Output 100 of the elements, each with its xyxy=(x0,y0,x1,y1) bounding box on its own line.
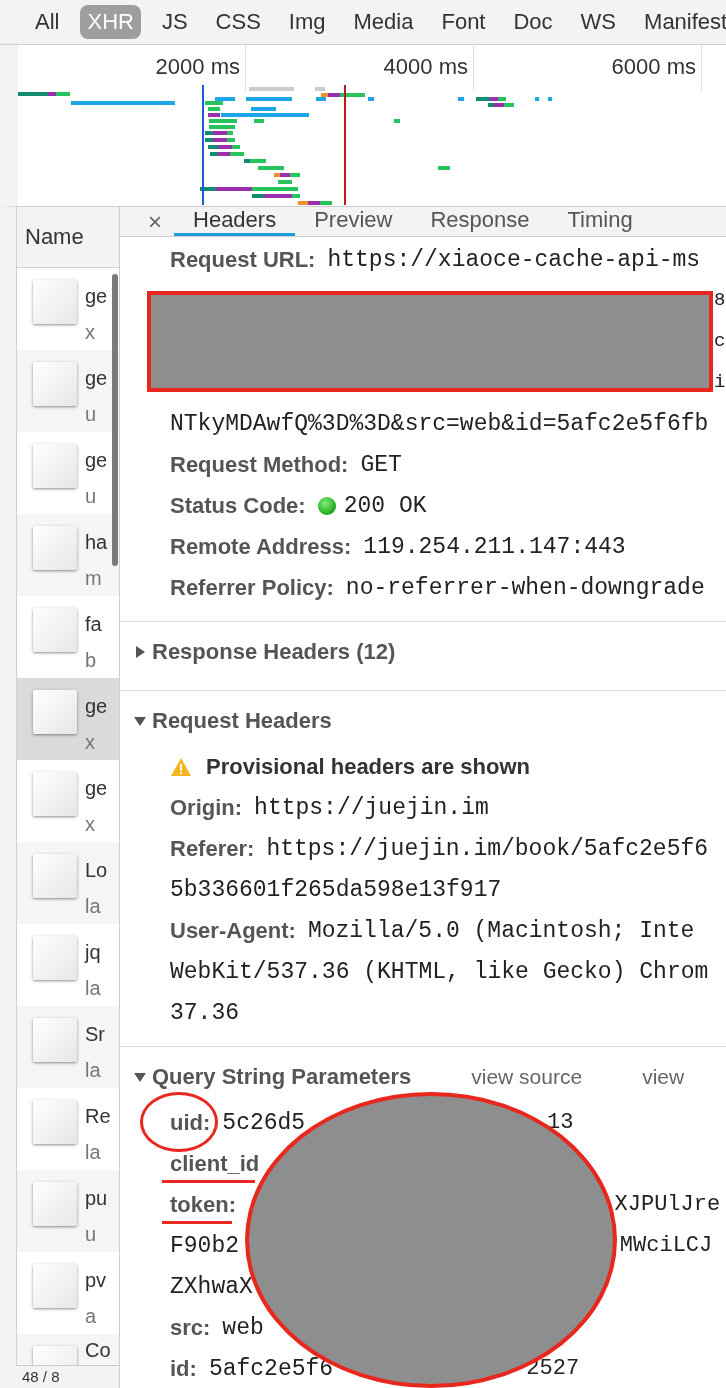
section-title[interactable]: Response Headers (12) xyxy=(152,638,396,665)
tab[interactable]: Timing xyxy=(548,207,652,236)
header-value: ZXhwaX xyxy=(170,1273,253,1300)
request-row[interactable]: ge x xyxy=(17,678,119,760)
tab[interactable]: Headers xyxy=(174,207,296,236)
request-detail: u xyxy=(85,484,98,509)
header-value: web xyxy=(222,1314,264,1341)
file-icon xyxy=(33,1100,77,1144)
request-detail: la xyxy=(85,1140,102,1165)
request-name: fa xyxy=(85,612,102,637)
header-name: Referer: xyxy=(170,835,255,862)
request-detail: a xyxy=(85,1304,98,1329)
filter-tab[interactable]: JS xyxy=(154,5,195,39)
header-name: Remote Address: xyxy=(170,533,352,560)
header-name: Request Method: xyxy=(170,451,349,478)
header-name: Referrer Policy: xyxy=(170,574,334,601)
section-title[interactable]: Request Headers xyxy=(152,707,332,734)
request-row[interactable]: jq la xyxy=(17,924,119,1006)
warning-icon xyxy=(170,756,192,777)
header-value: 200 OK xyxy=(343,492,427,519)
view-link[interactable]: view source xyxy=(471,1064,583,1089)
header-name: User-Agent: xyxy=(170,917,296,944)
filter-tab[interactable]: Doc xyxy=(506,5,560,39)
request-row[interactable]: ge x xyxy=(17,268,119,350)
request-detail: u xyxy=(85,1222,98,1247)
scrollbar[interactable] xyxy=(112,274,118,566)
filter-tab[interactable]: Img xyxy=(281,5,333,39)
header-value: no-referrer-when-downgrade xyxy=(345,574,705,601)
header-value: https://xiaoce-cache-api-ms xyxy=(327,246,701,273)
file-icon xyxy=(33,362,77,406)
url-fragment: i xyxy=(714,370,726,395)
request-name: pu xyxy=(85,1186,108,1211)
request-name: ge xyxy=(85,284,108,309)
request-detail: la xyxy=(85,894,102,919)
header-value: 37.36 xyxy=(170,999,239,1026)
file-icon xyxy=(33,690,77,734)
request-name: ge xyxy=(85,776,108,801)
disclosure-triangle-icon[interactable] xyxy=(134,714,146,727)
header-value: 119.254.211.147:443 xyxy=(363,533,626,560)
file-icon xyxy=(33,1264,77,1308)
file-icon xyxy=(33,1018,77,1062)
filter-tab[interactable]: Media xyxy=(346,5,421,39)
request-detail: la xyxy=(85,976,101,1001)
section-title[interactable]: Query String Parameters xyxy=(152,1063,412,1090)
request-name: Re xyxy=(85,1104,111,1129)
request-row[interactable]: Re la xyxy=(17,1088,119,1170)
file-icon xyxy=(33,444,77,488)
file-icon xyxy=(33,854,77,898)
filter-tab[interactable]: CSS xyxy=(208,5,268,39)
column-header[interactable]: Name xyxy=(16,207,119,268)
tick-label: 6000 ms xyxy=(474,45,702,91)
request-detail: la xyxy=(85,1058,102,1083)
header-name: Origin: xyxy=(170,794,243,821)
status-dot-icon xyxy=(317,496,336,515)
header-value: XJPUlJre xyxy=(614,1192,721,1217)
header-value: F90b2 xyxy=(170,1232,239,1259)
request-name: Co xyxy=(85,1338,111,1363)
header-name: uid: xyxy=(170,1109,211,1136)
close-button[interactable]: × xyxy=(136,207,174,236)
file-icon xyxy=(33,280,77,324)
tab[interactable]: Response xyxy=(411,207,549,236)
file-icon xyxy=(33,936,77,980)
header-value: 13 xyxy=(547,1110,574,1135)
header-value: GET xyxy=(360,451,402,478)
request-row[interactable]: fa b xyxy=(17,596,119,678)
request-row[interactable]: ge x xyxy=(17,760,119,842)
file-icon xyxy=(33,526,77,570)
request-row[interactable]: pv a xyxy=(17,1252,119,1334)
request-name: Lo xyxy=(85,858,108,883)
request-name: Sr xyxy=(85,1022,105,1047)
header-name: Request URL: xyxy=(170,246,316,273)
request-detail: x xyxy=(85,730,96,755)
header-name: src: xyxy=(170,1314,211,1341)
request-name: ge xyxy=(85,694,108,719)
tab[interactable]: Preview xyxy=(295,207,412,236)
header-name: client_id xyxy=(170,1150,260,1177)
filter-tab[interactable]: WS xyxy=(573,5,624,39)
header-value: Mozilla/5.0 (Macintosh; Inte xyxy=(307,917,695,944)
header-value: 5b336601f265da598e13f917 xyxy=(170,876,502,903)
url-fragment: c xyxy=(714,329,726,354)
request-name: jq xyxy=(85,940,101,965)
request-name: ha xyxy=(85,530,108,555)
file-icon xyxy=(33,608,77,652)
request-detail: u xyxy=(85,402,98,427)
header-value: WebKit/537.36 (KHTML, like Gecko) Chrom xyxy=(170,958,709,985)
request-name: ge xyxy=(85,366,108,391)
file-icon xyxy=(33,1182,77,1226)
header-name: token: xyxy=(170,1191,236,1218)
header-value: https://juejin.im xyxy=(254,794,489,821)
header-value: MWciLCJ xyxy=(619,1233,713,1258)
warning-text: Provisional headers are shown xyxy=(206,753,530,780)
view-link[interactable]: view xyxy=(642,1064,685,1089)
request-row[interactable]: ge u xyxy=(17,432,119,514)
header-name: id: xyxy=(170,1355,197,1382)
disclosure-triangle-icon[interactable] xyxy=(134,645,146,658)
disclosure-triangle-icon[interactable] xyxy=(134,1070,146,1083)
filter-tab[interactable]: Font xyxy=(434,5,493,39)
filter-tab[interactable]: All xyxy=(28,5,67,39)
request-detail: x xyxy=(85,320,96,345)
header-value: 5c26d5 xyxy=(222,1109,306,1136)
